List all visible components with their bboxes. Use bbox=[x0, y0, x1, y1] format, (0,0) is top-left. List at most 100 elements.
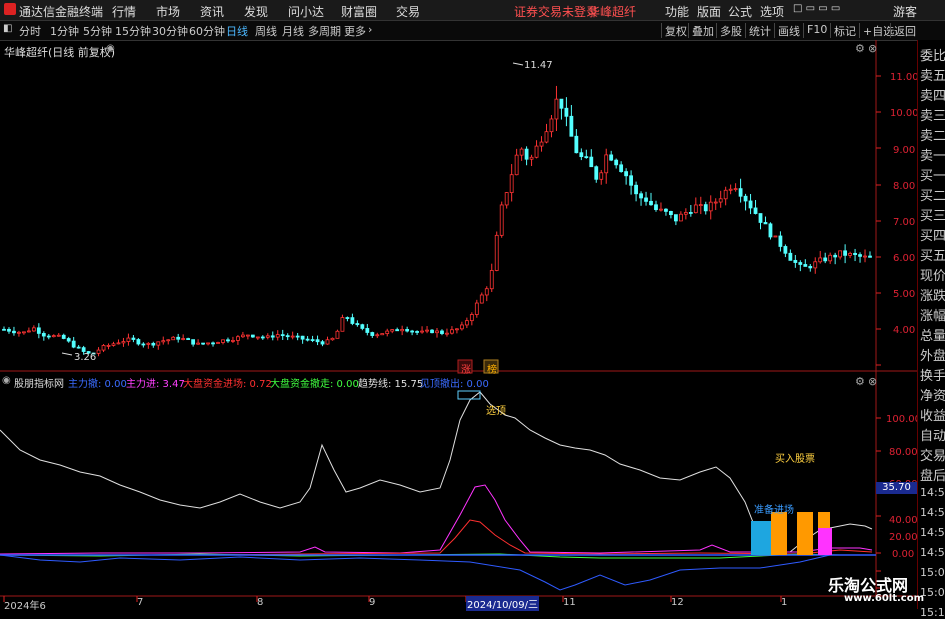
period-30min[interactable]: 30分钟 bbox=[152, 23, 188, 39]
candle-body bbox=[146, 342, 151, 345]
side-panel-item[interactable]: 卖三 bbox=[920, 105, 945, 124]
toolbar-draw[interactable]: 画线 bbox=[774, 23, 803, 38]
candle-body bbox=[365, 328, 370, 333]
axis-label: 5.00 bbox=[893, 289, 916, 300]
menu-market[interactable]: 市场 bbox=[156, 3, 180, 20]
menu-layout[interactable]: 版面 bbox=[697, 3, 721, 20]
side-panel-item[interactable]: 总量 bbox=[920, 325, 945, 344]
candle-body bbox=[479, 294, 484, 304]
candle-body bbox=[858, 254, 862, 257]
toolbar-overlay[interactable]: 叠加 bbox=[688, 23, 717, 38]
watermark: 乐淘公式网 www.60lt.com bbox=[820, 572, 945, 609]
side-panel-item[interactable]: 委比 bbox=[920, 45, 945, 64]
candle-body bbox=[489, 270, 494, 290]
period-5min[interactable]: 5分钟 bbox=[83, 23, 112, 39]
candle-body bbox=[221, 339, 225, 343]
side-panel-item[interactable]: 卖一 bbox=[920, 145, 945, 164]
period-timeshare[interactable]: 分时 bbox=[19, 23, 41, 39]
candle-body bbox=[176, 336, 181, 340]
side-panel-item[interactable]: 卖四 bbox=[920, 85, 945, 104]
candle-body bbox=[126, 337, 131, 342]
menu-ask[interactable]: 问小达 bbox=[288, 3, 324, 20]
chevron-right-icon[interactable]: › bbox=[368, 23, 372, 36]
axis-label: 7.00 bbox=[893, 217, 916, 228]
side-panel-item[interactable]: 买二 bbox=[920, 185, 945, 204]
toolbar-multi-stock[interactable]: 多股 bbox=[716, 23, 745, 38]
candle-body bbox=[634, 184, 638, 195]
toolbar-restore-rights[interactable]: 复权 bbox=[661, 23, 690, 38]
toolbar-stats[interactable]: 统计 bbox=[745, 23, 774, 38]
candle-body bbox=[504, 192, 509, 206]
candle-body bbox=[818, 257, 823, 263]
axis-label: 8.00 bbox=[893, 181, 916, 192]
side-panel-item[interactable]: 买一 bbox=[920, 165, 945, 184]
candle-body bbox=[783, 246, 788, 254]
toolbar-mark[interactable]: 标记 bbox=[830, 23, 859, 38]
side-panel-item[interactable]: 现价 bbox=[920, 265, 945, 284]
kline-chart-area[interactable] bbox=[0, 40, 917, 609]
candle-body bbox=[614, 159, 619, 166]
side-panel-item[interactable]: 买四 bbox=[920, 225, 945, 244]
period-15min[interactable]: 15分钟 bbox=[115, 23, 151, 39]
user-label[interactable]: 游客 bbox=[893, 3, 917, 20]
candle-body bbox=[823, 257, 828, 262]
side-panel-item[interactable]: 收益 bbox=[920, 405, 945, 424]
market-enter-line bbox=[0, 519, 873, 556]
menu-discover[interactable]: 发现 bbox=[244, 3, 268, 20]
period-more[interactable]: 更多 bbox=[344, 23, 366, 39]
candle-body bbox=[748, 200, 753, 209]
candle-body bbox=[435, 330, 439, 334]
login-status[interactable]: 证券交易未登录 bbox=[514, 3, 598, 20]
menu-news[interactable]: 资讯 bbox=[200, 3, 224, 20]
side-panel-item[interactable]: 自动 bbox=[920, 425, 945, 444]
side-panel-item[interactable]: 14:57 bbox=[920, 546, 945, 559]
period-daily[interactable]: 日线 bbox=[226, 23, 248, 39]
window-icons[interactable]: □ ▭ ▭ ▭ bbox=[793, 3, 840, 14]
side-panel-item[interactable]: 外盘 bbox=[920, 345, 945, 364]
menu-trade[interactable]: 交易 bbox=[396, 3, 420, 20]
indicator-settings-icon[interactable]: ◉ bbox=[2, 375, 11, 386]
side-panel-item[interactable]: 买三 bbox=[920, 205, 945, 224]
side-panel-item[interactable]: 卖五 bbox=[920, 65, 945, 84]
period-weekly[interactable]: 周线 bbox=[255, 23, 277, 39]
expand-icon[interactable]: ◧ bbox=[3, 23, 12, 34]
period-60min[interactable]: 60分钟 bbox=[189, 23, 225, 39]
period-monthly[interactable]: 月线 bbox=[282, 23, 304, 39]
candle-body bbox=[459, 324, 464, 330]
menu-quotes[interactable]: 行情 bbox=[112, 3, 136, 20]
toolbar-f10[interactable]: F10 bbox=[803, 23, 830, 38]
side-panel-item[interactable]: 盘后 bbox=[920, 465, 945, 484]
side-panel-item[interactable]: 14:56 bbox=[920, 486, 945, 499]
side-panel-item[interactable]: 换手 bbox=[920, 365, 945, 384]
indicator-gear-icon[interactable]: ⚙ bbox=[855, 375, 865, 388]
period-1min[interactable]: 1分钟 bbox=[50, 23, 79, 39]
settings-circle-icon[interactable]: ◉ bbox=[106, 43, 115, 54]
gear-icon[interactable]: ⚙ bbox=[855, 42, 865, 55]
indicator-close-icon[interactable]: ⊗ bbox=[868, 375, 877, 388]
candle-body bbox=[519, 148, 524, 156]
side-panel-item[interactable]: 卖二 bbox=[920, 125, 945, 144]
toolbar-back[interactable]: 返回 bbox=[890, 23, 919, 38]
menu-options[interactable]: 选项 bbox=[760, 3, 784, 20]
menu-function[interactable]: 功能 bbox=[665, 3, 689, 20]
candle-body bbox=[619, 164, 624, 173]
candle-body bbox=[96, 349, 101, 354]
candle-body bbox=[753, 207, 758, 214]
side-panel-item[interactable]: 买五 bbox=[920, 245, 945, 264]
axis-label: 6.00 bbox=[893, 253, 916, 264]
side-panel-item[interactable]: 14:56 bbox=[920, 506, 945, 519]
side-panel-item[interactable]: 净资 bbox=[920, 385, 945, 404]
candle-body bbox=[355, 323, 360, 326]
candle-body bbox=[236, 336, 240, 341]
menu-wealth[interactable]: 财富圈 bbox=[341, 3, 377, 20]
candle-body bbox=[688, 212, 693, 214]
side-panel-item[interactable]: 交易 bbox=[920, 445, 945, 464]
menu-formula[interactable]: 公式 bbox=[728, 3, 752, 20]
candle-body bbox=[186, 338, 191, 341]
side-panel-item[interactable]: 涨幅 bbox=[920, 305, 945, 324]
close-icon[interactable]: ⊗ bbox=[868, 42, 877, 55]
candle-body bbox=[395, 329, 400, 332]
side-panel-item[interactable]: 涨跌 bbox=[920, 285, 945, 304]
period-multi[interactable]: 多周期 bbox=[308, 23, 341, 39]
side-panel-item[interactable]: 14:57 bbox=[920, 526, 945, 539]
